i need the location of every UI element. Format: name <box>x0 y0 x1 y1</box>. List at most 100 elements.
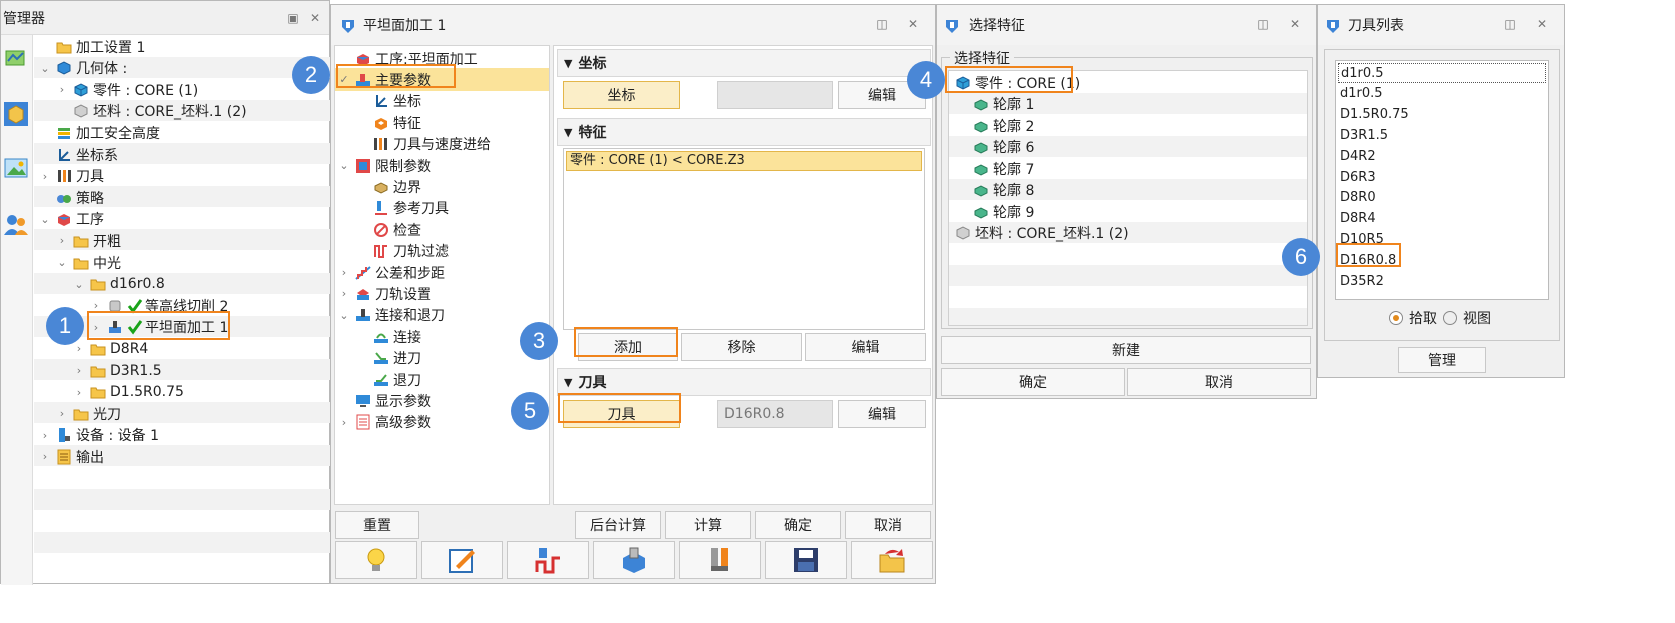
flat-nav-item-row[interactable]: › 刀轨设置 <box>335 282 549 305</box>
manager-tree-item-row[interactable]: › 刀具 <box>34 165 328 188</box>
collapsed-chevron-icon[interactable]: › <box>72 386 86 399</box>
collapsed-chevron-icon[interactable]: › <box>72 342 86 355</box>
manager-tree-item-row[interactable]: ⌄ 几何体 : <box>34 57 328 80</box>
tool-list-item[interactable]: D35R2 <box>1338 272 1546 292</box>
collapsed-chevron-icon[interactable]: › <box>55 407 69 420</box>
manager-tree-item-row[interactable]: › 设备 : 设备 1 <box>34 424 328 447</box>
flat-nav-item-row[interactable]: 退刀 <box>335 368 549 391</box>
comment-icon[interactable]: ◫ <box>1502 17 1518 31</box>
view-radio[interactable]: 视图 <box>1443 308 1491 328</box>
expanded-chevron-icon[interactable]: ⌄ <box>38 213 52 226</box>
calculate-button[interactable]: 计算 <box>665 511 751 539</box>
collapsed-chevron-icon[interactable]: › <box>72 364 86 377</box>
tool-list-item[interactable]: D10R5 <box>1338 230 1546 250</box>
collapsed-chevron-icon[interactable]: › <box>337 266 351 279</box>
tool-section-header[interactable]: ▼ 刀具 <box>557 368 931 396</box>
collapsed-chevron-icon[interactable]: › <box>89 299 103 312</box>
ok-button[interactable]: 确定 <box>941 368 1125 396</box>
tool-library-button[interactable] <box>679 541 761 579</box>
edit-button[interactable] <box>421 541 503 579</box>
flat-nav-item-row[interactable]: 进刀 <box>335 347 549 370</box>
tool-list-item[interactable]: D1.5R0.75 <box>1338 105 1546 125</box>
manager-tree-item-row[interactable]: 加工设置 1 <box>34 35 328 58</box>
tool-list-item[interactable]: d1r0.5 <box>1338 63 1546 83</box>
select-feature-item-row[interactable]: 零件 : CORE (1) <box>949 71 1307 94</box>
cancel-button[interactable]: 取消 <box>1127 368 1311 396</box>
tool-list-item[interactable]: D3R1.5 <box>1338 126 1546 146</box>
select-feature-item-row[interactable]: 坯料 : CORE_坯料.1 (2) <box>949 222 1307 245</box>
collapsed-chevron-icon[interactable]: › <box>38 170 52 183</box>
coord-button[interactable]: 坐标 <box>563 81 680 109</box>
manager-tree-item-row[interactable]: ⌄ 中光 <box>34 251 328 274</box>
feature-list[interactable]: 零件 : CORE (1) < CORE.Z3 <box>563 148 925 330</box>
flat-nav-item-row[interactable]: 坐标 <box>335 90 549 113</box>
manager-tree-item-row[interactable]: › D3R1.5 <box>34 359 328 382</box>
flat-nav-item-row[interactable]: ✓ 主要参数 <box>335 68 549 92</box>
select-feature-item-row[interactable]: 轮廓 2 <box>949 114 1307 137</box>
comment-icon[interactable]: ◫ <box>1255 17 1271 31</box>
simulate-button[interactable] <box>593 541 675 579</box>
flat-nav-item-row[interactable]: › 公差和步距 <box>335 261 549 284</box>
tool-list-item[interactable]: D6R3 <box>1338 168 1546 188</box>
tip-bulb-button[interactable] <box>335 541 417 579</box>
tool-list-item[interactable]: D8R0 <box>1338 188 1546 208</box>
manager-tree-item-row[interactable]: › 光刀 <box>34 402 328 425</box>
flat-nav-item-row[interactable]: 参考刀具 <box>335 197 549 220</box>
collapsed-chevron-icon[interactable]: › <box>337 287 351 300</box>
tool-list-item[interactable]: D8R4 <box>1338 209 1546 229</box>
collapsed-chevron-icon[interactable]: › <box>38 450 52 463</box>
expanded-chevron-icon[interactable]: ⌄ <box>337 309 351 322</box>
feature-edit-button[interactable]: 编辑 <box>805 333 926 361</box>
close-icon[interactable]: ✕ <box>1534 17 1550 31</box>
flat-nav-item-row[interactable]: 工序:平坦面加工 <box>335 47 549 70</box>
manager-tree-item-row[interactable]: 坐标系 <box>34 143 328 166</box>
manager-tree-item-row[interactable]: ⌄ 工序 <box>34 208 328 231</box>
close-icon[interactable]: ✕ <box>905 17 921 31</box>
feature-add-button[interactable]: 添加 <box>578 333 678 361</box>
tool-list-item[interactable]: D16R0.8 <box>1338 251 1546 271</box>
expanded-chevron-icon[interactable]: ⌄ <box>55 256 69 269</box>
toolpath-button[interactable] <box>507 541 589 579</box>
settings-tab-icon[interactable] <box>3 45 29 71</box>
flat-nav-item-row[interactable]: 连接 <box>335 325 549 348</box>
collapsed-chevron-icon[interactable]: › <box>38 429 52 442</box>
save-button[interactable] <box>765 541 847 579</box>
tool-list-item[interactable]: d1r0.5 <box>1338 84 1546 104</box>
tool-button[interactable]: 刀具 <box>563 400 680 428</box>
expanded-chevron-icon[interactable]: ⌄ <box>72 278 86 291</box>
export-button[interactable] <box>851 541 933 579</box>
ok-button[interactable]: 确定 <box>755 511 841 539</box>
comment-icon[interactable]: ◫ <box>874 17 890 31</box>
manager-tree-item-row[interactable]: › 输出 <box>34 445 328 468</box>
manager-tree-item-row[interactable]: ⌄ d16r0.8 <box>34 273 328 296</box>
collapsed-chevron-icon[interactable]: › <box>337 416 351 429</box>
feature-section-header[interactable]: ▼ 特征 <box>557 118 931 146</box>
expanded-chevron-icon[interactable]: ⌄ <box>38 62 52 75</box>
close-icon[interactable]: ✕ <box>1287 17 1303 31</box>
user-tab-icon[interactable] <box>3 211 29 237</box>
collapsed-chevron-icon[interactable]: › <box>89 321 103 334</box>
expanded-chevron-icon[interactable]: ✓ <box>337 73 351 86</box>
manager-tree-item-row[interactable]: › D1.5R0.75 <box>34 381 328 404</box>
manage-button[interactable]: 管理 <box>1398 347 1486 373</box>
select-feature-item-row[interactable]: 轮廓 6 <box>949 136 1307 159</box>
flat-nav-item-row[interactable]: 刀具与速度进给 <box>335 133 549 156</box>
pick-radio[interactable]: 拾取 <box>1389 308 1437 328</box>
manager-tree-item-row[interactable]: 策略 <box>34 186 328 209</box>
tool-edit-button[interactable]: 编辑 <box>838 400 926 428</box>
select-feature-item-row[interactable]: 轮廓 7 <box>949 157 1307 180</box>
close-icon[interactable]: ✕ <box>307 11 323 25</box>
manager-tree-item-row[interactable]: › 开粗 <box>34 229 328 252</box>
cancel-button[interactable]: 取消 <box>845 511 931 539</box>
background-calc-button[interactable]: 后台计算 <box>575 511 661 539</box>
flat-nav-item-row[interactable]: ⌄ 连接和退刀 <box>335 304 549 327</box>
collapsed-chevron-icon[interactable]: › <box>55 83 69 96</box>
geometry-tab-icon[interactable] <box>3 101 29 127</box>
new-button[interactable]: 新建 <box>941 336 1311 364</box>
select-feature-item-row[interactable]: 轮廓 1 <box>949 93 1307 116</box>
expanded-chevron-icon[interactable]: ⌄ <box>337 159 351 172</box>
flat-nav-item-row[interactable]: 边界 <box>335 175 549 198</box>
flat-nav-item-row[interactable]: 刀轨过滤 <box>335 240 549 263</box>
select-feature-item-row[interactable]: 轮廓 9 <box>949 200 1307 223</box>
manager-tree-item-row[interactable]: 加工安全高度 <box>34 121 328 144</box>
